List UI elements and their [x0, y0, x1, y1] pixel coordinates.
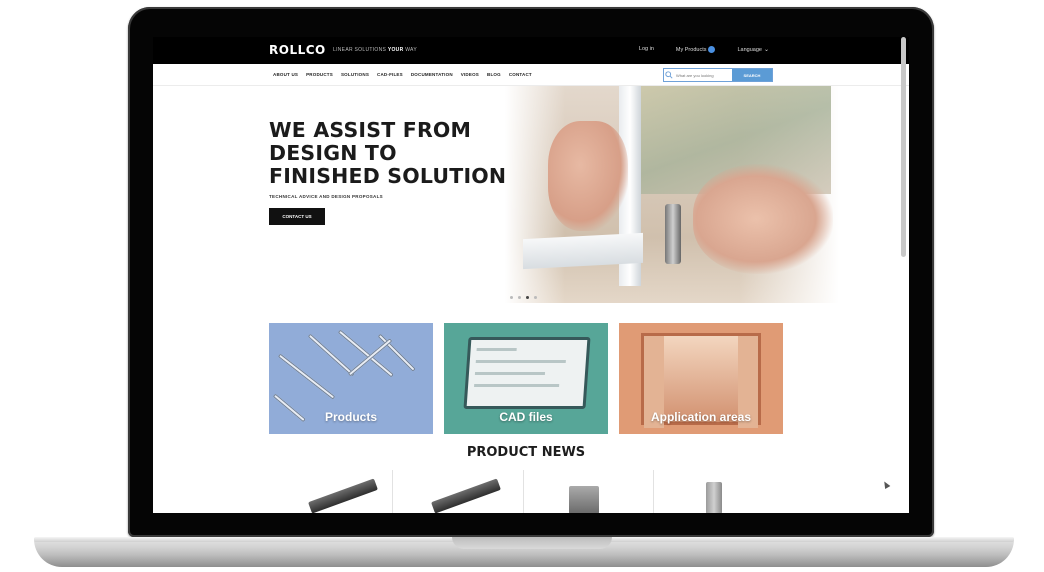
tile-monitor — [463, 337, 591, 409]
page-scrollbar[interactable] — [901, 37, 906, 257]
carousel-dot[interactable] — [534, 296, 537, 299]
search-button[interactable]: SEARCH — [732, 69, 772, 81]
tagline-bold: YOUR — [387, 47, 404, 53]
carousel-dot[interactable] — [510, 296, 513, 299]
tagline-prefix: LINEAR SOLUTIONS — [333, 47, 387, 53]
my-products-label: My Products — [675, 46, 707, 53]
tile-monitor-line — [474, 372, 546, 375]
nav-item-cad-files[interactable]: CAD-FILES — [377, 72, 403, 77]
nav-item-videos[interactable]: VIDEOS — [461, 72, 479, 77]
carousel-dots — [510, 296, 537, 299]
search-box: SEARCH — [663, 68, 773, 82]
product-image — [308, 478, 378, 513]
hero-image-hand-left — [548, 121, 628, 231]
tile-monitor-line — [474, 384, 560, 387]
nav-item-about-us[interactable]: ABOUT US — [273, 72, 298, 77]
tile-cad-files[interactable]: CAD files — [444, 323, 608, 434]
carousel-dot[interactable] — [518, 296, 521, 299]
main-nav: ABOUT US PRODUCTS SOLUTIONS CAD-FILES DO… — [153, 64, 909, 86]
language-label: Language — [737, 47, 762, 53]
nav-item-documentation[interactable]: DOCUMENTATION — [411, 72, 453, 77]
news-card[interactable] — [392, 470, 522, 513]
hero-subtitle: TECHNICAL ADVICE AND DESIGN PROPOSALS — [269, 194, 383, 199]
badge-icon — [708, 46, 716, 53]
nav-item-products[interactable]: PRODUCTS — [306, 72, 333, 77]
brand-logo[interactable]: ROLLCO — [269, 43, 326, 57]
mouse-cursor-icon — [881, 479, 891, 490]
hero-title: WE ASSIST FROM DESIGN TO FINISHED SOLUTI… — [269, 118, 507, 188]
tile-products-label: Products — [324, 410, 377, 424]
tagline-suffix: WAY — [405, 47, 417, 53]
laptop-mockup: ROLLCO LINEAR SOLUTIONS YOUR WAY Log in … — [0, 0, 1044, 572]
tile-application-areas-label: Application areas — [650, 410, 752, 424]
nav-menu: ABOUT US PRODUCTS SOLUTIONS CAD-FILES DO… — [273, 72, 532, 77]
my-products-link[interactable]: My Products — [676, 46, 716, 53]
chevron-down-icon: ⌄ — [763, 47, 769, 53]
login-link[interactable]: Log in — [639, 46, 654, 53]
tile-application-areas[interactable]: Application areas — [619, 323, 783, 434]
hero-image-hand-right — [693, 164, 833, 274]
news-card[interactable] — [522, 470, 653, 513]
news-card[interactable] — [652, 470, 783, 513]
tile-products[interactable]: Products — [269, 323, 433, 434]
product-news-heading: PRODUCT NEWS — [466, 445, 586, 460]
product-news-list — [263, 470, 783, 513]
contact-us-button[interactable]: CONTACT US — [269, 208, 325, 225]
top-bar: ROLLCO LINEAR SOLUTIONS YOUR WAY Log in … — [153, 37, 909, 64]
category-tiles: Products CAD files Application areas — [269, 323, 783, 434]
nav-item-blog[interactable]: BLOG — [487, 72, 501, 77]
website-screen: ROLLCO LINEAR SOLUTIONS YOUR WAY Log in … — [153, 37, 909, 513]
search-icon[interactable] — [664, 69, 674, 81]
language-selector[interactable]: Language ⌄ — [737, 46, 769, 53]
nav-item-solutions[interactable]: SOLUTIONS — [341, 72, 369, 77]
hero-section: WE ASSIST FROM DESIGN TO FINISHED SOLUTI… — [153, 86, 909, 303]
tile-monitor-line — [475, 360, 566, 363]
news-card[interactable] — [263, 470, 392, 513]
product-image — [568, 486, 599, 513]
top-links: Log in My Products Language ⌄ — [639, 46, 769, 53]
hero-image-frame-bottom — [523, 232, 643, 270]
laptop-notch — [452, 537, 612, 549]
hero-image-hinge — [665, 204, 681, 264]
nav-item-contact[interactable]: CONTACT — [509, 72, 532, 77]
tile-cad-files-label: CAD files — [499, 410, 553, 424]
carousel-dot[interactable] — [526, 296, 529, 299]
tile-rail — [277, 353, 336, 400]
brand-tagline: LINEAR SOLUTIONS YOUR WAY — [333, 47, 417, 53]
search-input[interactable] — [674, 69, 732, 81]
product-image — [431, 478, 502, 513]
product-image — [705, 482, 722, 513]
tile-monitor-line — [476, 348, 517, 351]
